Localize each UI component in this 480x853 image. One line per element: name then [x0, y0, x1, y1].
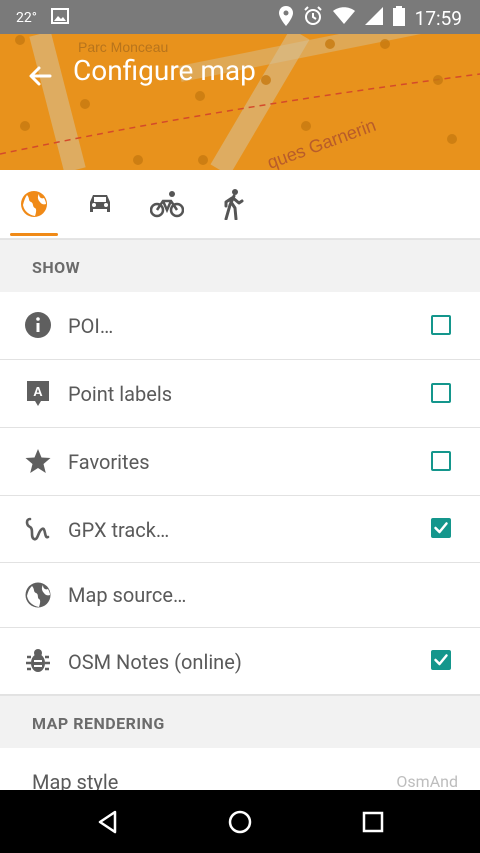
favorites-checkbox[interactable]	[431, 451, 451, 471]
info-icon	[24, 311, 52, 339]
tab-pedestrian[interactable]	[209, 170, 257, 238]
nav-recents-button[interactable]	[353, 802, 393, 842]
nav-home-button[interactable]	[220, 802, 260, 842]
list-item-label: Point labels	[68, 382, 173, 406]
list-item-point-labels[interactable]: A Point labels	[0, 360, 480, 428]
checkmark-icon	[434, 654, 448, 666]
signal-icon	[364, 7, 383, 30]
battery-icon	[392, 6, 405, 31]
track-route-icon	[24, 515, 52, 543]
list-item-label: Map source…	[68, 583, 187, 607]
nav-home-icon	[228, 810, 252, 834]
map-label-park: Parc Monceau	[78, 39, 168, 55]
arrow-back-icon	[29, 66, 52, 86]
clock-text: 17:59	[414, 7, 462, 30]
nav-back-icon	[98, 810, 117, 834]
list-item-label: POI…	[68, 314, 114, 338]
point-labels-checkbox[interactable]	[431, 383, 451, 403]
image-notification-icon	[50, 8, 69, 28]
list-item-label: OSM Notes (online)	[68, 650, 242, 674]
temperature-text: 22°	[16, 10, 37, 26]
wifi-icon	[332, 7, 355, 30]
poi-checkbox[interactable]	[431, 315, 451, 335]
list-item-label: Favorites	[68, 450, 150, 474]
list-item-poi[interactable]: POI…	[0, 292, 480, 360]
gpx-track-checkbox[interactable]	[431, 518, 451, 538]
section-title-show: SHOW	[32, 258, 81, 277]
system-nav-bar	[0, 790, 480, 853]
section-title-map-rendering: MAP RENDERING	[32, 714, 165, 733]
svg-text:A: A	[33, 384, 43, 399]
section-header-show: SHOW	[0, 239, 480, 292]
list-item-map-source[interactable]: Map source…	[0, 563, 480, 628]
bicycle-icon	[150, 191, 184, 218]
globe-icon	[24, 581, 52, 609]
tab-bicycle[interactable]	[143, 170, 191, 238]
back-button[interactable]	[26, 62, 54, 90]
nav-back-button[interactable]	[88, 802, 128, 842]
location-icon	[278, 6, 293, 31]
list-item-osm-notes[interactable]: OSM Notes (online)	[0, 628, 480, 695]
map-style-value: OsmAnd	[396, 772, 458, 791]
tab-browse-map[interactable]	[10, 170, 58, 238]
label-marker-icon: A	[24, 379, 52, 407]
nav-recents-icon	[362, 811, 384, 833]
alarm-icon	[303, 6, 323, 31]
list-item-label: GPX track…	[68, 518, 170, 542]
section-header-map-rendering: MAP RENDERING	[0, 695, 480, 748]
car-icon	[90, 195, 110, 212]
pedestrian-icon	[224, 189, 244, 220]
list-item-gpx-track[interactable]: GPX track…	[0, 496, 480, 563]
globe-icon	[21, 191, 47, 217]
checkmark-icon	[434, 522, 448, 534]
star-icon	[24, 447, 52, 475]
tab-car[interactable]	[76, 170, 124, 238]
bug-icon	[24, 647, 52, 675]
app-bar: Parc Monceau ques Garnerin Configure map	[0, 34, 480, 170]
status-bar: 22° 17:59	[0, 0, 480, 34]
osm-notes-checkbox[interactable]	[431, 650, 451, 670]
list-item-favorites[interactable]: Favorites	[0, 428, 480, 496]
profile-tabs	[0, 170, 480, 239]
page-title: Configure map	[73, 54, 256, 87]
